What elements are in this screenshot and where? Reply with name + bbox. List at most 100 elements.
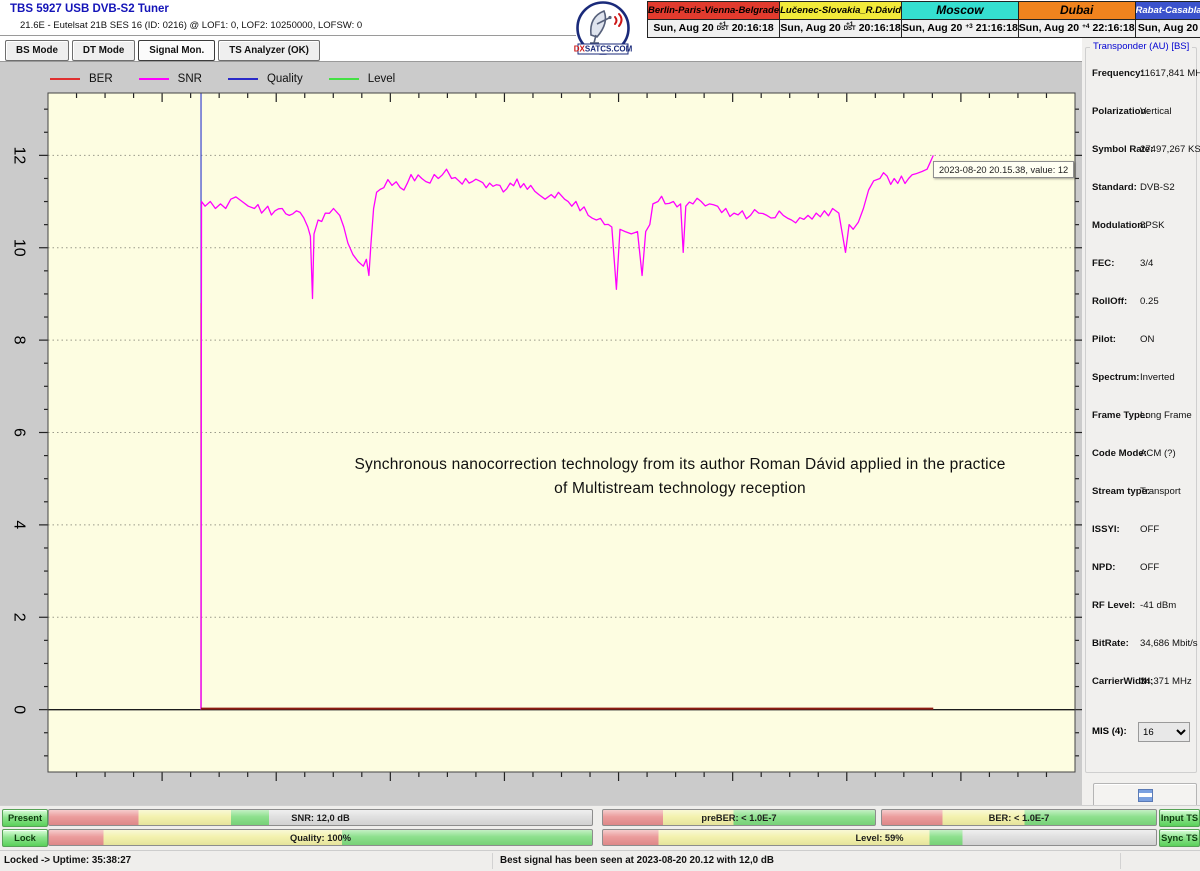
lock-uptime-status: Locked -> Uptime: 35:38:27 bbox=[4, 855, 131, 866]
transponder-field-label: RF Level: bbox=[1092, 600, 1135, 611]
signal-gauges-bar: Present Lock SNR: 12,0 dB Quality: 100% … bbox=[0, 805, 1200, 851]
best-signal-status: Best signal has been seen at 2023-08-20 … bbox=[500, 855, 774, 866]
clock-time: Sun, Aug 20 +1DST 20:16:18 bbox=[780, 20, 901, 37]
tab-ts-analyzer[interactable]: TS Analyzer (OK) bbox=[218, 40, 320, 61]
mis-label: MIS (4): bbox=[1092, 726, 1127, 737]
clock-city-label: Lučenec-Slovakia_R.Dávid bbox=[780, 2, 901, 20]
transponder-field-row: FEC: 3/4 bbox=[1086, 258, 1196, 272]
tab-signal-mon[interactable]: Signal Mon. bbox=[138, 40, 215, 61]
stream-list-button[interactable] bbox=[1093, 783, 1197, 807]
transponder-field-row: Frame Type: Long Frame bbox=[1086, 410, 1196, 424]
transponder-panel: Transponder (AU) [BS] Frequency: 11617,8… bbox=[1082, 38, 1200, 805]
list-icon bbox=[1138, 789, 1153, 802]
transponder-field-row: Polarization: Vertical bbox=[1086, 106, 1196, 120]
clock-city-label: Rabat-Casablanca-London bbox=[1136, 2, 1200, 20]
divider bbox=[1120, 853, 1121, 869]
logo-text: DXSATCS.COM bbox=[574, 45, 633, 54]
clock-time: Sun, Aug 20 +3 21:16:18 bbox=[902, 20, 1018, 37]
legend-item-level: Level bbox=[329, 73, 396, 85]
transponder-field-label: ISSYI: bbox=[1092, 524, 1120, 535]
level-line-swatch bbox=[329, 78, 359, 80]
svg-text:12: 12 bbox=[11, 146, 28, 164]
transponder-field-row: Pilot: ON bbox=[1086, 334, 1196, 348]
clock-time: Sun, Aug 20 +1DST 20:16:18 bbox=[648, 20, 779, 37]
transponder-field-row: Standard: DVB-S2 bbox=[1086, 182, 1196, 196]
transponder-field-row: CarrierWidth: 34,371 MHz bbox=[1086, 676, 1196, 690]
chart-legend: BER SNR Quality Level bbox=[50, 70, 421, 88]
transponder-field-value: OFF bbox=[1140, 562, 1159, 573]
transponder-field-row: RF Level: -41 dBm bbox=[1086, 600, 1196, 614]
app-title: TBS 5927 USB DVB-S2 Tuner bbox=[10, 3, 169, 15]
divider bbox=[0, 35, 576, 36]
transponder-field-row: Frequency: 11617,841 MHz bbox=[1086, 68, 1196, 82]
chart-annotation: Synchronous nanocorrection technology fr… bbox=[330, 453, 1030, 501]
tuned-transponder-subtitle: 21.6E - Eutelsat 21B SES 16 (ID: 0216) @… bbox=[20, 20, 362, 31]
quality-line-swatch bbox=[228, 78, 258, 80]
transponder-field-value: ON bbox=[1140, 334, 1154, 345]
svg-text:8: 8 bbox=[11, 336, 28, 345]
signal-monitor-chart[interactable]: 024681012 BER SNR Quality Level Synchron… bbox=[0, 62, 1083, 805]
tab-bs-mode[interactable]: BS Mode bbox=[5, 40, 69, 61]
transponder-field-value: 27497,267 KS/s bbox=[1140, 144, 1200, 155]
transponder-field-value: Inverted bbox=[1140, 372, 1175, 383]
divider bbox=[492, 853, 493, 869]
data-point-tooltip: 2023-08-20 20.15.38, value: 12 bbox=[933, 161, 1074, 178]
transponder-field-row: Modulation: 8PSK bbox=[1086, 220, 1196, 234]
preber-gauge: preBER: < 1.0E-7 bbox=[602, 809, 876, 826]
legend-item-snr: SNR bbox=[139, 73, 202, 85]
clock-panel: Lučenec-Slovakia_R.Dávid Sun, Aug 20 +1D… bbox=[779, 1, 902, 38]
transponder-field-row: Symbol Rate: 27497,267 KS/s bbox=[1086, 144, 1196, 158]
transponder-field-value: 11617,841 MHz bbox=[1140, 68, 1200, 79]
transponder-field-value: ACM (?) bbox=[1140, 448, 1176, 459]
transponder-field-value: Long Frame bbox=[1140, 410, 1192, 421]
timezone-offset: +4 bbox=[1082, 24, 1089, 29]
quality-gauge: Quality: 100% bbox=[48, 829, 593, 846]
snr-gauge: SNR: 12,0 dB bbox=[48, 809, 593, 826]
transponder-field-label: Spectrum: bbox=[1092, 372, 1139, 383]
lock-indicator-button[interactable]: Lock bbox=[2, 829, 48, 847]
transponder-field-row: Spectrum: Inverted bbox=[1086, 372, 1196, 386]
svg-text:0: 0 bbox=[11, 705, 28, 714]
timezone-offset: +3 bbox=[965, 24, 972, 29]
status-bar: Locked -> Uptime: 35:38:27 Best signal h… bbox=[0, 850, 1200, 871]
legend-item-quality: Quality bbox=[228, 73, 303, 85]
transponder-field-value: DVB-S2 bbox=[1140, 182, 1175, 193]
legend-item-ber: BER bbox=[50, 73, 113, 85]
sync-ts-indicator-button[interactable]: Sync TS bbox=[1159, 829, 1200, 847]
clock-time: Sun, Aug 20 +4 22:16:18 bbox=[1019, 20, 1135, 37]
transponder-field-value: 3/4 bbox=[1140, 258, 1153, 269]
timezone-offset: +1DST bbox=[844, 22, 856, 32]
transponder-field-label: Pilot: bbox=[1092, 334, 1116, 345]
clock-city-label: Moscow bbox=[902, 2, 1018, 20]
mis-row: MIS (4): 16 bbox=[1086, 722, 1196, 744]
ber-gauge: BER: < 1.0E-7 bbox=[881, 809, 1157, 826]
transponder-field-value: Transport bbox=[1140, 486, 1181, 497]
transponder-field-row: BitRate: 34,686 Mbit/s bbox=[1086, 638, 1196, 652]
clock-panel: Moscow Sun, Aug 20 +3 21:16:18 bbox=[901, 1, 1019, 38]
transponder-field-label: Frequency: bbox=[1092, 68, 1144, 79]
transponder-field-value: 34,686 Mbit/s bbox=[1140, 638, 1198, 649]
clock-city-label: Dubai bbox=[1019, 2, 1135, 20]
transponder-field-row: Stream type: Transport bbox=[1086, 486, 1196, 500]
mis-select[interactable]: 16 bbox=[1138, 722, 1190, 742]
chart-canvas[interactable]: 024681012 bbox=[0, 62, 1082, 805]
tab-dt-mode[interactable]: DT Mode bbox=[72, 40, 135, 61]
transponder-groupbox-title: Transponder (AU) [BS] bbox=[1090, 41, 1192, 52]
input-ts-indicator-button[interactable]: Input TS bbox=[1159, 809, 1200, 827]
transponder-field-label: NPD: bbox=[1092, 562, 1115, 573]
transponder-field-row: ISSYI: OFF bbox=[1086, 524, 1196, 538]
world-clocks: Berlin-Paris-Vienna-Belgrade Sun, Aug 20… bbox=[648, 1, 1200, 38]
ber-line-swatch bbox=[50, 78, 80, 80]
transponder-field-label: Standard: bbox=[1092, 182, 1137, 193]
transponder-field-value: 34,371 MHz bbox=[1140, 676, 1192, 687]
transponder-field-label: Modulation: bbox=[1092, 220, 1146, 231]
transponder-field-label: BitRate: bbox=[1092, 638, 1129, 649]
transponder-field-label: FEC: bbox=[1092, 258, 1114, 269]
snr-line-swatch bbox=[139, 78, 169, 80]
clock-panel: Rabat-Casablanca-London Sun, Aug 20 +1 1… bbox=[1135, 1, 1200, 38]
mode-tabs: BS Mode DT Mode Signal Mon. TS Analyzer … bbox=[5, 40, 320, 61]
transponder-field-label: RollOff: bbox=[1092, 296, 1127, 307]
clock-panel: Dubai Sun, Aug 20 +4 22:16:18 bbox=[1018, 1, 1136, 38]
transponder-field-row: Code Mode: ACM (?) bbox=[1086, 448, 1196, 462]
present-indicator-button[interactable]: Present bbox=[2, 809, 48, 827]
